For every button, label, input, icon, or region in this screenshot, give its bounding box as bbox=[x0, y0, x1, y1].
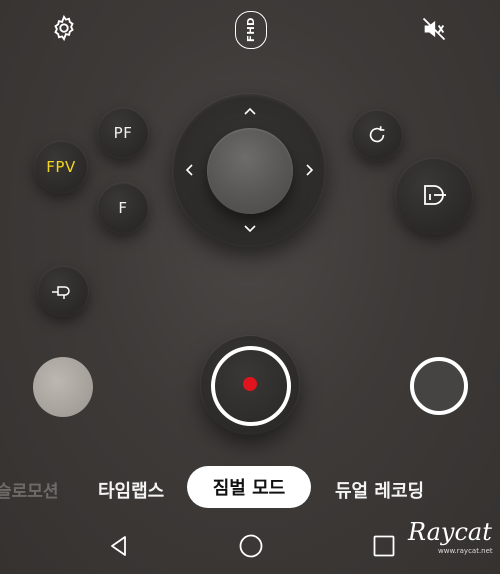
chevron-left-icon bbox=[185, 164, 193, 176]
rotate-icon bbox=[366, 124, 388, 146]
raycat-watermark: Raycat www.raycat.net bbox=[404, 518, 498, 558]
mode-label: 듀얼 레코딩 bbox=[335, 481, 425, 502]
gimbal-recenter-icon bbox=[50, 281, 76, 301]
mute-icon[interactable] bbox=[419, 14, 449, 44]
pf-label: PF bbox=[113, 124, 133, 142]
gallery-thumbnail[interactable] bbox=[33, 357, 93, 417]
recent-apps-icon[interactable] bbox=[372, 534, 396, 558]
settings-gear-icon[interactable] bbox=[49, 13, 79, 43]
resolution-label: FHD bbox=[245, 17, 257, 43]
mode-dual-recording[interactable]: 듀얼 레코딩 bbox=[335, 477, 424, 503]
pf-mode-button[interactable]: PF bbox=[98, 108, 148, 158]
back-icon[interactable] bbox=[107, 534, 131, 558]
joystick-knob[interactable] bbox=[207, 128, 293, 214]
gimbal-lock-icon bbox=[420, 183, 448, 209]
f-label: F bbox=[118, 199, 128, 217]
fpv-mode-button[interactable]: FPV bbox=[35, 141, 87, 193]
resolution-button[interactable]: FHD bbox=[235, 11, 267, 49]
mode-label: 짐벌 모드 bbox=[212, 478, 286, 499]
record-dot-icon bbox=[243, 377, 257, 391]
mode-label: 타임랩스 bbox=[98, 481, 165, 502]
gimbal-lock-button[interactable] bbox=[396, 158, 472, 234]
mode-timelapse[interactable]: 타임랩스 bbox=[98, 477, 164, 503]
watermark-brand: Raycat bbox=[408, 518, 492, 546]
fpv-label: FPV bbox=[46, 158, 76, 176]
chevron-up-icon bbox=[244, 107, 256, 115]
chevron-down-icon bbox=[244, 225, 256, 233]
mode-label: 슬로모션 bbox=[0, 482, 59, 502]
home-icon[interactable] bbox=[238, 533, 264, 559]
chevron-right-icon bbox=[306, 164, 314, 176]
rotate-button[interactable] bbox=[352, 110, 402, 160]
photo-capture-button[interactable] bbox=[410, 357, 468, 415]
watermark-url: www.raycat.net bbox=[438, 547, 493, 555]
f-mode-button[interactable]: F bbox=[98, 183, 148, 233]
mode-slow-motion[interactable]: 슬로모션 bbox=[0, 477, 59, 502]
mode-gimbal[interactable]: 짐벌 모드 bbox=[187, 466, 311, 508]
gimbal-recenter-button[interactable] bbox=[38, 266, 88, 316]
